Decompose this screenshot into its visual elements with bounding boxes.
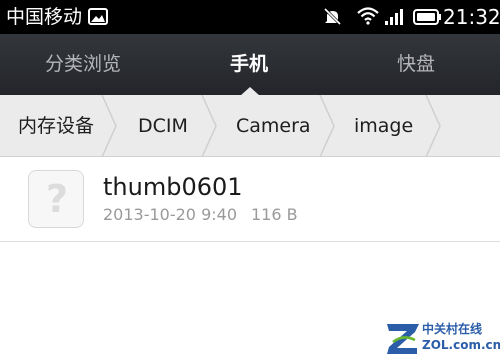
chevron-right-icon [425, 95, 441, 157]
list-item[interactable]: ? thumb0601 2013-10-20 9:40 116 B [0, 158, 500, 242]
file-meta: 2013-10-20 9:40 116 B [103, 204, 298, 226]
gallery-icon [88, 8, 108, 25]
mute-icon [323, 7, 342, 26]
breadcrumb-item-dcim[interactable]: DCIM [138, 112, 188, 140]
tab-bar: 分类浏览 手机 快盘 [0, 34, 500, 96]
watermark-en: ZOL.com.cn [422, 338, 500, 352]
zol-logo-icon [387, 324, 419, 354]
tab-phone[interactable]: 手机 [184, 50, 314, 78]
tab-categories[interactable]: 分类浏览 [18, 50, 148, 78]
signal-icon [385, 9, 403, 25]
battery-icon [413, 9, 441, 25]
file-date: 2013-10-20 9:40 [103, 205, 237, 224]
file-name: thumb0601 [103, 173, 243, 201]
breadcrumb-item-storage[interactable]: 内存设备 [18, 112, 94, 140]
wifi-icon [357, 7, 379, 25]
unknown-file-icon: ? [28, 170, 84, 228]
clock: 21:32 [443, 5, 500, 29]
chevron-right-icon [319, 95, 335, 157]
carrier-name: 中国移动 [6, 6, 83, 28]
tab-cloud-drive[interactable]: 快盘 [351, 50, 481, 78]
breadcrumb-item-image[interactable]: image [354, 112, 413, 140]
breadcrumb-item-camera[interactable]: Camera [236, 112, 311, 140]
chevron-right-icon [101, 95, 117, 157]
status-bar: 中国移动 21:32 [0, 0, 500, 34]
watermark-cn: 中关村在线 [422, 322, 483, 336]
chevron-right-icon [201, 95, 217, 157]
file-size: 116 B [251, 205, 298, 224]
breadcrumb: 内存设备 DCIM Camera image [0, 95, 500, 157]
watermark: 中关村在线 ZOL.com.cn [385, 320, 500, 358]
